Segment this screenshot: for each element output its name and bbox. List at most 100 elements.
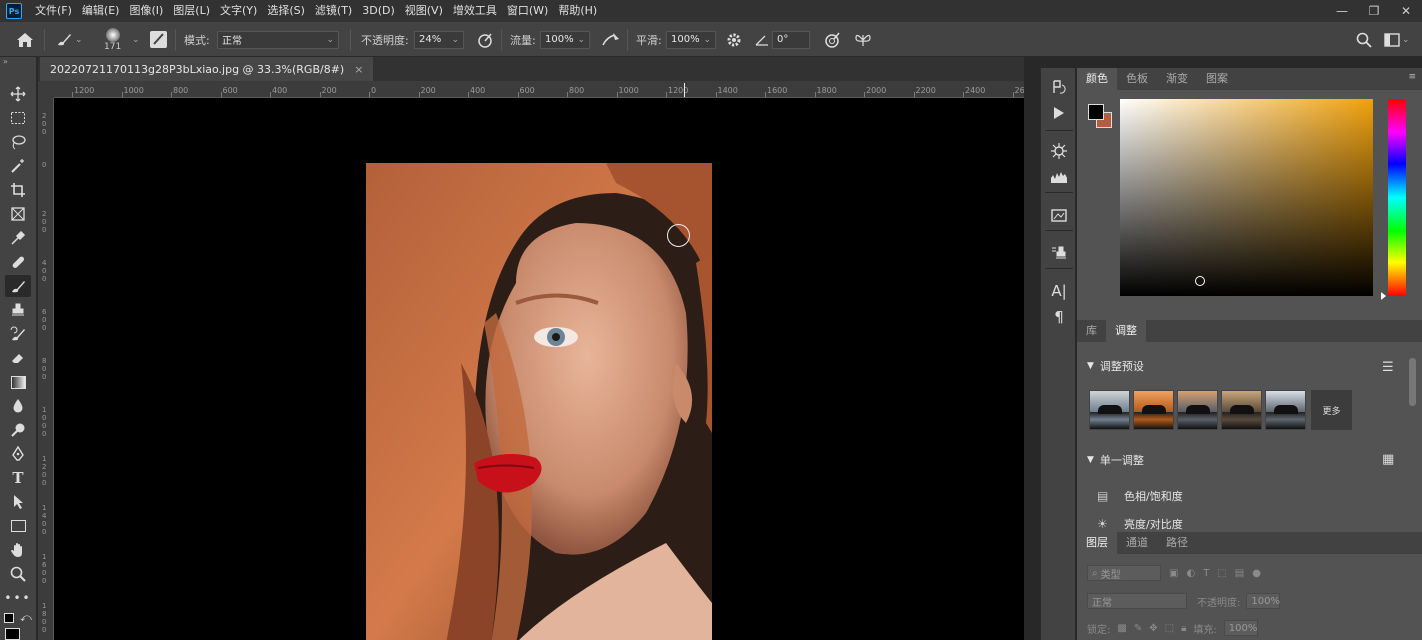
more-tools-icon[interactable]: ••• (4, 587, 31, 609)
brush-settings-icon[interactable] (150, 22, 167, 57)
minimize-button[interactable]: — (1326, 0, 1358, 22)
menu-item[interactable]: 图像(I) (124, 0, 168, 22)
filter-adjustment-icon[interactable]: ◐ (1186, 568, 1195, 579)
presets-section-header[interactable]: ▼ 调整预设 (1087, 358, 1144, 374)
list-view-icon[interactable]: ☰ (1382, 360, 1394, 375)
collapse-icon[interactable]: » (3, 57, 8, 66)
character-panel-icon[interactable]: A| (1046, 280, 1072, 302)
actions-play-icon[interactable] (1046, 102, 1072, 124)
pressure-size-icon[interactable] (823, 22, 841, 57)
adjustment-preset-thumbnail[interactable] (1221, 390, 1262, 430)
workspace-icon[interactable]: ⌄ (1384, 22, 1410, 57)
symmetry-butterfly-icon[interactable] (854, 22, 872, 57)
filter-smart-object-icon[interactable]: ▤ (1235, 568, 1244, 579)
foreground-color-swatch[interactable] (1088, 104, 1104, 120)
menu-item[interactable]: 帮助(H) (553, 0, 602, 22)
pressure-opacity-icon[interactable] (476, 22, 494, 57)
lock-all-icon[interactable]: 🔒︎ (1181, 623, 1186, 634)
gradient-tool-icon[interactable] (5, 371, 31, 393)
marquee-tool-icon[interactable] (5, 107, 31, 129)
adjustment-preset-thumbnail[interactable] (1177, 390, 1218, 430)
flow-field[interactable]: 100% ⌄ (540, 30, 590, 49)
layer-filter-select[interactable]: ⌕ 类型 (1087, 565, 1161, 581)
smoothing-field[interactable]: 100% ⌄ (666, 30, 716, 49)
smoothing-settings-gear-icon[interactable] (726, 22, 742, 57)
lock-position-icon[interactable]: ✥ (1149, 623, 1157, 634)
brush-size-dropdown[interactable]: ⌄ (130, 22, 140, 57)
menu-item[interactable]: 编辑(E) (77, 0, 125, 22)
more-presets-button[interactable]: 更多 (1311, 390, 1352, 430)
menu-item[interactable]: 选择(S) (262, 0, 310, 22)
dodge-tool-icon[interactable] (5, 419, 31, 441)
grid-view-icon[interactable]: ▦ (1382, 452, 1394, 467)
canvas[interactable] (54, 98, 1024, 640)
panel-tab[interactable]: 通道 (1117, 532, 1157, 554)
type-tool-icon[interactable]: T (5, 467, 31, 489)
crop-tool-icon[interactable] (5, 179, 31, 201)
eraser-tool-icon[interactable] (5, 347, 31, 369)
restore-button[interactable]: ❐ (1358, 0, 1390, 22)
brush-tool-preset-icon[interactable]: ⌄ (55, 22, 83, 57)
library-panel-icon[interactable] (1046, 204, 1072, 226)
panel-tab[interactable]: 路径 (1157, 532, 1197, 554)
path-selection-tool-icon[interactable] (5, 491, 31, 513)
pen-tool-icon[interactable] (5, 443, 31, 465)
histogram-icon[interactable] (1046, 166, 1072, 188)
opacity-field[interactable]: 24% ⌄ (414, 30, 464, 49)
menu-item[interactable]: 窗口(W) (502, 0, 553, 22)
panel-tab[interactable]: 渐变 (1157, 68, 1197, 90)
mode-select[interactable]: 正常 ⌄ (217, 30, 339, 49)
airbrush-icon[interactable] (601, 22, 621, 57)
brush-tool-icon[interactable] (5, 275, 31, 297)
adjustment-preset-thumbnail[interactable] (1133, 390, 1174, 430)
layer-opacity-field[interactable]: 100% (1246, 593, 1281, 609)
zoom-tool-icon[interactable] (5, 563, 31, 585)
adjustment-preset-thumbnail[interactable] (1265, 390, 1306, 430)
frame-tool-icon[interactable] (5, 203, 31, 225)
menu-item[interactable]: 滤镜(T) (310, 0, 357, 22)
panel-tab[interactable]: 库 (1077, 320, 1106, 342)
filter-shape-icon[interactable]: ⬚ (1217, 568, 1226, 579)
swap-colors-icon[interactable]: ⤺ (20, 611, 32, 625)
home-icon[interactable] (16, 22, 34, 57)
filter-pixel-icon[interactable]: ▣ (1169, 568, 1178, 579)
fill-field[interactable]: 100% (1223, 620, 1258, 636)
adjustment-preset-thumbnail[interactable] (1089, 390, 1130, 430)
close-button[interactable]: ✕ (1390, 0, 1422, 22)
default-colors-icon[interactable] (4, 613, 14, 623)
document-tab[interactable]: 20220721170113g28P3bLxiao.jpg @ 33.3%(RG… (40, 57, 374, 81)
hand-tool-icon[interactable] (5, 539, 31, 561)
angle-field[interactable]: 0° (772, 30, 810, 49)
menu-item[interactable]: 增效工具 (448, 0, 502, 22)
lock-artboard-icon[interactable]: ⬚ (1165, 623, 1174, 634)
foreground-color-swatch[interactable] (5, 628, 20, 640)
menu-item[interactable]: 3D(D) (357, 0, 400, 22)
eyedropper-tool-icon[interactable] (5, 227, 31, 249)
history-brush-tool-icon[interactable] (5, 323, 31, 345)
panel-tab[interactable]: 调整 (1106, 320, 1146, 342)
blur-tool-icon[interactable] (5, 395, 31, 417)
menu-item[interactable]: 视图(V) (400, 0, 448, 22)
history-panel-icon[interactable] (1046, 76, 1072, 98)
panel-tab[interactable]: 图案 (1197, 68, 1237, 90)
panel-tab[interactable]: 颜色 (1077, 68, 1117, 90)
menu-item[interactable]: 文字(Y) (215, 0, 262, 22)
filter-toggle-icon[interactable]: ● (1252, 568, 1261, 579)
lasso-tool-icon[interactable] (5, 131, 31, 153)
search-icon[interactable] (1356, 22, 1372, 57)
blend-mode-select[interactable]: 正常 (1087, 593, 1187, 609)
clone-stamp-tool-icon[interactable] (5, 299, 31, 321)
lock-paint-icon[interactable]: ✎ (1134, 623, 1142, 634)
paragraph-panel-icon[interactable]: ¶ (1046, 306, 1072, 328)
close-document-icon[interactable]: × (354, 63, 363, 76)
rectangle-tool-icon[interactable] (5, 515, 31, 537)
healing-brush-tool-icon[interactable] (5, 251, 31, 273)
filter-type-icon[interactable]: T (1203, 568, 1209, 579)
move-tool-icon[interactable] (5, 83, 31, 105)
lock-transparent-icon[interactable]: ▩ (1117, 623, 1126, 634)
hue-slider-arrow-icon[interactable] (1381, 292, 1386, 300)
adjustment-item-hue-saturation[interactable]: ▤ 色相/饱和度 (1097, 488, 1183, 504)
menu-item[interactable]: 图层(L) (168, 0, 215, 22)
panel-tab[interactable]: 色板 (1117, 68, 1157, 90)
scrollbar[interactable] (1409, 358, 1416, 406)
